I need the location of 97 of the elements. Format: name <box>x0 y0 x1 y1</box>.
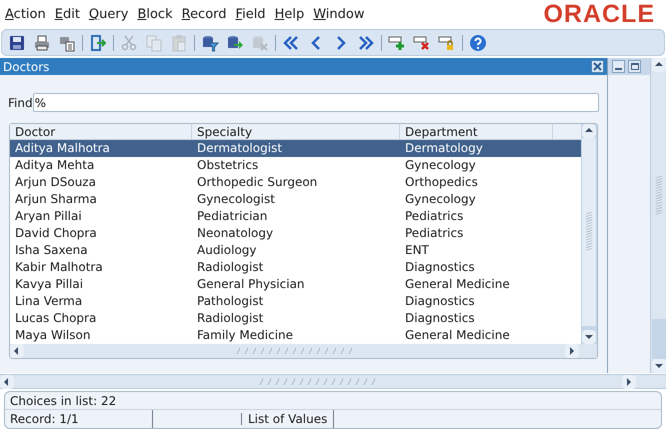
horizontal-scrollbar[interactable] <box>0 374 666 389</box>
column-header[interactable]: Specialty <box>192 124 400 139</box>
mode-status: List of Values <box>242 410 334 428</box>
scroll-grip-icon <box>585 212 593 252</box>
table-cell-text: Diagnostics <box>404 259 476 276</box>
table-row[interactable]: Kabir Malhotra Radiologist Diagnostics <box>10 259 581 276</box>
scroll-grip-icon <box>234 347 354 355</box>
window-title: Doctors <box>3 58 50 76</box>
table-cell-text: Lucas Chopra <box>14 310 98 327</box>
scroll-right-icon[interactable] <box>565 344 579 358</box>
table-cell-text: Aditya Mehta <box>14 157 96 174</box>
table-cell-text: Arjun DSouza <box>14 174 97 191</box>
table-cell-text: Pediatrics <box>404 225 464 242</box>
scroll-up-icon[interactable] <box>582 124 596 138</box>
exit-icon[interactable] <box>89 34 107 52</box>
table-cell-text: ENT <box>404 242 430 259</box>
vertical-scrollbar[interactable] <box>581 124 597 344</box>
table-cell-text: General Physician <box>196 276 306 293</box>
table-cell-text: General Medicine <box>404 276 511 293</box>
menu-item[interactable]: Action <box>5 4 46 24</box>
table-row[interactable]: Aditya Mehta Obstetrics Gynecology <box>10 157 581 174</box>
table-cell-text: Radiologist <box>196 259 264 276</box>
scroll-up-icon[interactable] <box>652 58 666 72</box>
table-row[interactable]: Aryan Pillai Pediatrician Pediatrics <box>10 208 581 225</box>
insert-icon[interactable] <box>388 34 406 52</box>
scroll-left-icon[interactable] <box>10 344 24 358</box>
table-cell-text: Kabir Malhotra <box>14 259 104 276</box>
lock-icon[interactable] <box>438 34 456 52</box>
scroll-grip-icon <box>654 176 662 216</box>
table-cell-text: Dermatology <box>404 140 484 157</box>
table-row[interactable]: Lina Verma Pathologist Diagnostics <box>10 293 581 310</box>
help-icon[interactable] <box>469 34 487 52</box>
table-row[interactable]: Arjun DSouza Orthopedic Surgeon Orthopedics <box>10 174 581 191</box>
scroll-right-icon[interactable] <box>622 374 636 388</box>
column-header[interactable]: Doctor <box>10 124 192 139</box>
table-cell-text: David Chopra <box>14 225 98 242</box>
menu-item[interactable]: Edit <box>54 4 80 24</box>
menu-item[interactable]: Help <box>274 4 304 24</box>
table-cell-text: Obstetrics <box>196 157 260 174</box>
table-row[interactable]: David Chopra Neonatology Pediatrics <box>10 225 581 242</box>
minimize-icon[interactable] <box>612 60 625 73</box>
scroll-left-icon[interactable] <box>0 374 14 388</box>
table-cell-text: Gynecology <box>404 157 477 174</box>
last-icon[interactable] <box>357 34 375 52</box>
table-cell-text: Aditya Malhotra <box>14 140 111 157</box>
enter-query-icon[interactable] <box>201 34 219 52</box>
execute-query-icon[interactable] <box>226 34 244 52</box>
find-label: Find <box>8 94 33 112</box>
vertical-scrollbar[interactable] <box>650 58 666 373</box>
maximize-icon[interactable] <box>628 60 641 73</box>
save-icon[interactable] <box>8 34 26 52</box>
close-icon[interactable] <box>591 60 604 73</box>
table-cell-text: Pediatrics <box>404 208 464 225</box>
table-cell-text: Pediatrician <box>196 208 268 225</box>
table-row[interactable]: Lucas Chopra Radiologist Diagnostics <box>10 310 581 327</box>
table-row[interactable]: Maya Wilson Family Medicine General Medicine <box>10 327 581 344</box>
scroll-thumb[interactable] <box>652 319 666 359</box>
table-cell-text: General Medicine <box>404 327 511 344</box>
table-row[interactable]: Aditya Malhotra Dermatologist Dermatology <box>10 140 581 157</box>
table-cell-text: Maya Wilson <box>14 327 92 344</box>
print-icon[interactable] <box>33 34 51 52</box>
table-cell-text: Dermatologist <box>196 140 284 157</box>
table-cell-text: Diagnostics <box>404 310 476 327</box>
table-cell-text: Audiology <box>196 242 258 259</box>
table-cell-text: Orthopedics <box>404 174 479 191</box>
table-cell-text: Orthopedic Surgeon <box>196 174 318 191</box>
scroll-down-icon[interactable] <box>582 330 596 344</box>
delete-icon[interactable] <box>413 34 431 52</box>
find-field[interactable]: % <box>32 93 599 112</box>
table-cell-text: Gynecologist <box>196 191 276 208</box>
menu-item[interactable]: Block <box>137 4 173 24</box>
table-row[interactable]: Isha Saxena Audiology ENT <box>10 242 581 259</box>
first-icon[interactable] <box>282 34 300 52</box>
menu-item[interactable]: Field <box>236 4 266 24</box>
scroll-down-icon[interactable] <box>652 359 666 373</box>
table-cell-text: Neonatology <box>196 225 274 242</box>
table-cell-text: Radiologist <box>196 310 264 327</box>
table-cell-text: Pathologist <box>196 293 264 310</box>
table-cell-text: Lina Verma <box>14 293 84 310</box>
table-cell-text: Aryan Pillai <box>14 208 83 225</box>
table-row[interactable]: Kavya Pillai General Physician General Medicine <box>10 276 581 293</box>
menu-item[interactable]: Query <box>88 4 128 24</box>
menu-item[interactable]: Window <box>313 4 364 24</box>
table-cell-text: Arjun Sharma <box>14 191 98 208</box>
record-status: Record: 1/1 <box>5 410 153 428</box>
horizontal-scrollbar[interactable] <box>10 344 597 358</box>
table-cell-text: Diagnostics <box>404 293 476 310</box>
table-cell-text: Family Medicine <box>196 327 294 344</box>
oracle-logo: ORACLE <box>543 0 656 30</box>
table-cell-text: Kavya Pillai <box>14 276 84 293</box>
table-row[interactable]: Arjun Sharma Gynecologist Gynecology <box>10 191 581 208</box>
table-cell-text: Gynecology <box>404 191 477 208</box>
message-text: Choices in list: 22 <box>10 392 116 410</box>
menu-item[interactable]: Record <box>182 4 227 24</box>
table-cell-text: Isha Saxena <box>14 242 89 259</box>
column-header[interactable]: Department <box>400 124 553 139</box>
scroll-grip-icon <box>258 378 378 386</box>
